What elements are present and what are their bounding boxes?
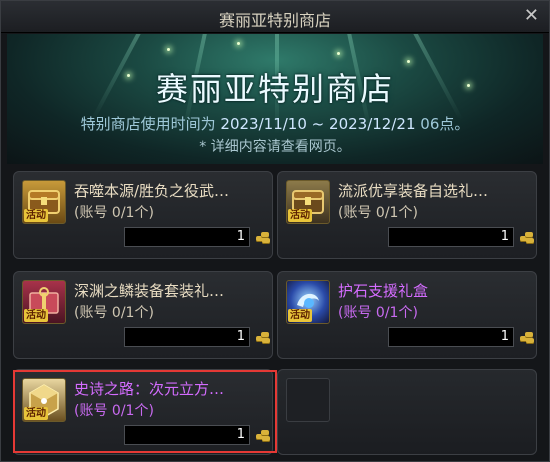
sparkle-icon [407,60,410,63]
treasure-chest-icon: 活动 [286,180,330,224]
end-suffix: 06点。 [420,115,470,133]
coin-icon [256,428,270,442]
shop-window: 赛丽亚特别商店 ✕ 赛丽亚特别商店 特别商店使用时间为 2023/11/10 ~… [0,0,550,462]
sparkle-icon [167,48,170,51]
item-limit: (账号 0/1个) [74,403,154,419]
quantity-input[interactable]: 1 [388,227,514,247]
shop-item-card[interactable]: 活动 护石支援礼盒 (账号 0/1个) 1 [277,271,537,359]
shop-item-card[interactable]: 活动 深渊之鳞装备套装礼… (账号 0/1个) 1 [13,271,273,359]
shop-period: 特别商店使用时间为 2023/11/10 ~ 2023/12/21 06点。 [7,113,543,134]
event-tag: 活动 [24,407,48,420]
coin-icon [256,230,270,244]
banner-title: 赛丽亚特别商店 [155,70,394,108]
window-title: 赛丽亚特别商店 [218,11,331,30]
close-icon[interactable]: ✕ [524,5,539,26]
item-name: 护石支援礼盒 [338,282,429,300]
item-name: 流派优享装备自选礼… [338,182,489,200]
empty-icon-slot [286,378,330,422]
start-date: 2023/11/10 [220,115,307,133]
epic-cube-icon: 活动 [22,378,66,422]
item-name: 吞噬本源/胜负之役武… [74,182,230,200]
empty-item-slot [277,369,537,455]
event-tag: 活动 [24,209,48,222]
item-limit: (账号 0/1个) [338,305,418,321]
event-tag: 活动 [288,309,312,322]
coin-icon [520,330,534,344]
shop-item-card[interactable]: 活动 吞噬本源/胜负之役武… (账号 0/1个) 1 [13,171,273,259]
gift-box-icon: 活动 [22,280,66,324]
quantity-input[interactable]: 1 [124,425,250,445]
quantity-input[interactable]: 1 [388,327,514,347]
item-limit: (账号 0/1个) [74,205,154,221]
shop-banner: 赛丽亚特别商店 特别商店使用时间为 2023/11/10 ~ 2023/12/2… [7,34,543,164]
end-date: 2023/12/21 [329,115,416,133]
treasure-chest-icon: 活动 [22,180,66,224]
shop-item-card[interactable]: 活动 流派优享装备自选礼… (账号 0/1个) 1 [277,171,537,259]
shop-item-card[interactable]: 活动 史诗之路：次元立方… (账号 0/1个) 1 [13,369,273,455]
period-prefix: 特别商店使用时间为 [80,115,216,133]
item-name: 深渊之鳞装备套装礼… [74,282,225,300]
item-limit: (账号 0/1个) [74,305,154,321]
event-tag: 活动 [288,209,312,222]
coin-icon [256,330,270,344]
title-bar: 赛丽亚特别商店 ✕ [1,1,549,33]
coin-icon [520,230,534,244]
sparkle-icon [337,52,340,55]
quantity-input[interactable]: 1 [124,227,250,247]
item-name: 史诗之路：次元立方… [74,380,225,398]
sparkle-icon [237,42,240,45]
shop-note: * 详细内容请查看网页。 [199,139,351,155]
event-tag: 活动 [24,309,48,322]
quantity-input[interactable]: 1 [124,327,250,347]
talisman-box-icon: 活动 [286,280,330,324]
item-limit: (账号 0/1个) [338,205,418,221]
date-separator: ~ [311,115,325,133]
